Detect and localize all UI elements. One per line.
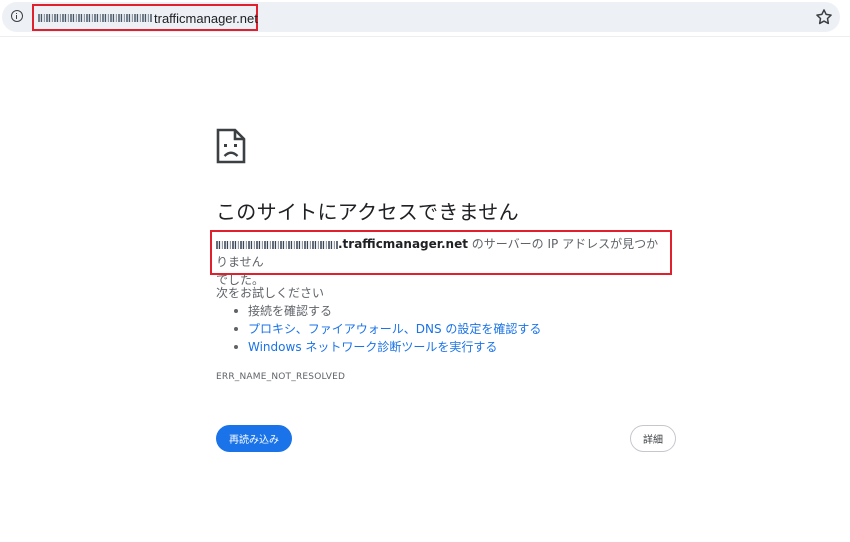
error-title: このサイトにアクセスできません: [216, 202, 519, 224]
toolbar-divider: [0, 36, 850, 37]
reload-button[interactable]: 再読み込み: [216, 425, 292, 452]
error-host: .trafficmanager.net: [338, 237, 468, 251]
error-code: ERR_NAME_NOT_RESOLVED: [216, 372, 346, 382]
list-item: Windows ネットワーク診断ツールを実行する: [232, 338, 541, 356]
list-item: プロキシ、ファイアウォール、DNS の設定を確認する: [232, 320, 541, 338]
suggestions-list: 接続を確認する プロキシ、ファイアウォール、DNS の設定を確認する Windo…: [232, 302, 541, 356]
details-button[interactable]: 詳細: [630, 425, 676, 452]
error-message: .trafficmanager.net のサーバーの IP アドレスが見つかりま…: [216, 235, 668, 289]
browser-window: trafficmanager.net このサイトにアクセスできません .traf…: [0, 0, 850, 542]
sad-page-icon: [216, 128, 246, 164]
suggestion-network-diagnostics-link[interactable]: Windows ネットワーク診断ツールを実行する: [248, 340, 497, 354]
redacted-subdomain: [38, 14, 152, 22]
redacted-hostname: [216, 240, 338, 249]
site-info-icon[interactable]: [11, 10, 23, 22]
bullet-icon: [234, 345, 238, 349]
bookmark-star-icon[interactable]: [814, 7, 834, 27]
url-text[interactable]: trafficmanager.net: [38, 10, 258, 26]
suggestion-check-connection: 接続を確認する: [248, 304, 333, 318]
url-domain: trafficmanager.net: [154, 10, 258, 26]
address-bar[interactable]: trafficmanager.net: [2, 2, 840, 32]
bullet-icon: [234, 309, 238, 313]
bullet-icon: [234, 327, 238, 331]
suggestion-proxy-firewall-link[interactable]: プロキシ、ファイアウォール、DNS の設定を確認する: [248, 322, 541, 336]
suggestions-heading: 次をお試しください: [216, 286, 325, 300]
list-item: 接続を確認する: [232, 302, 541, 320]
